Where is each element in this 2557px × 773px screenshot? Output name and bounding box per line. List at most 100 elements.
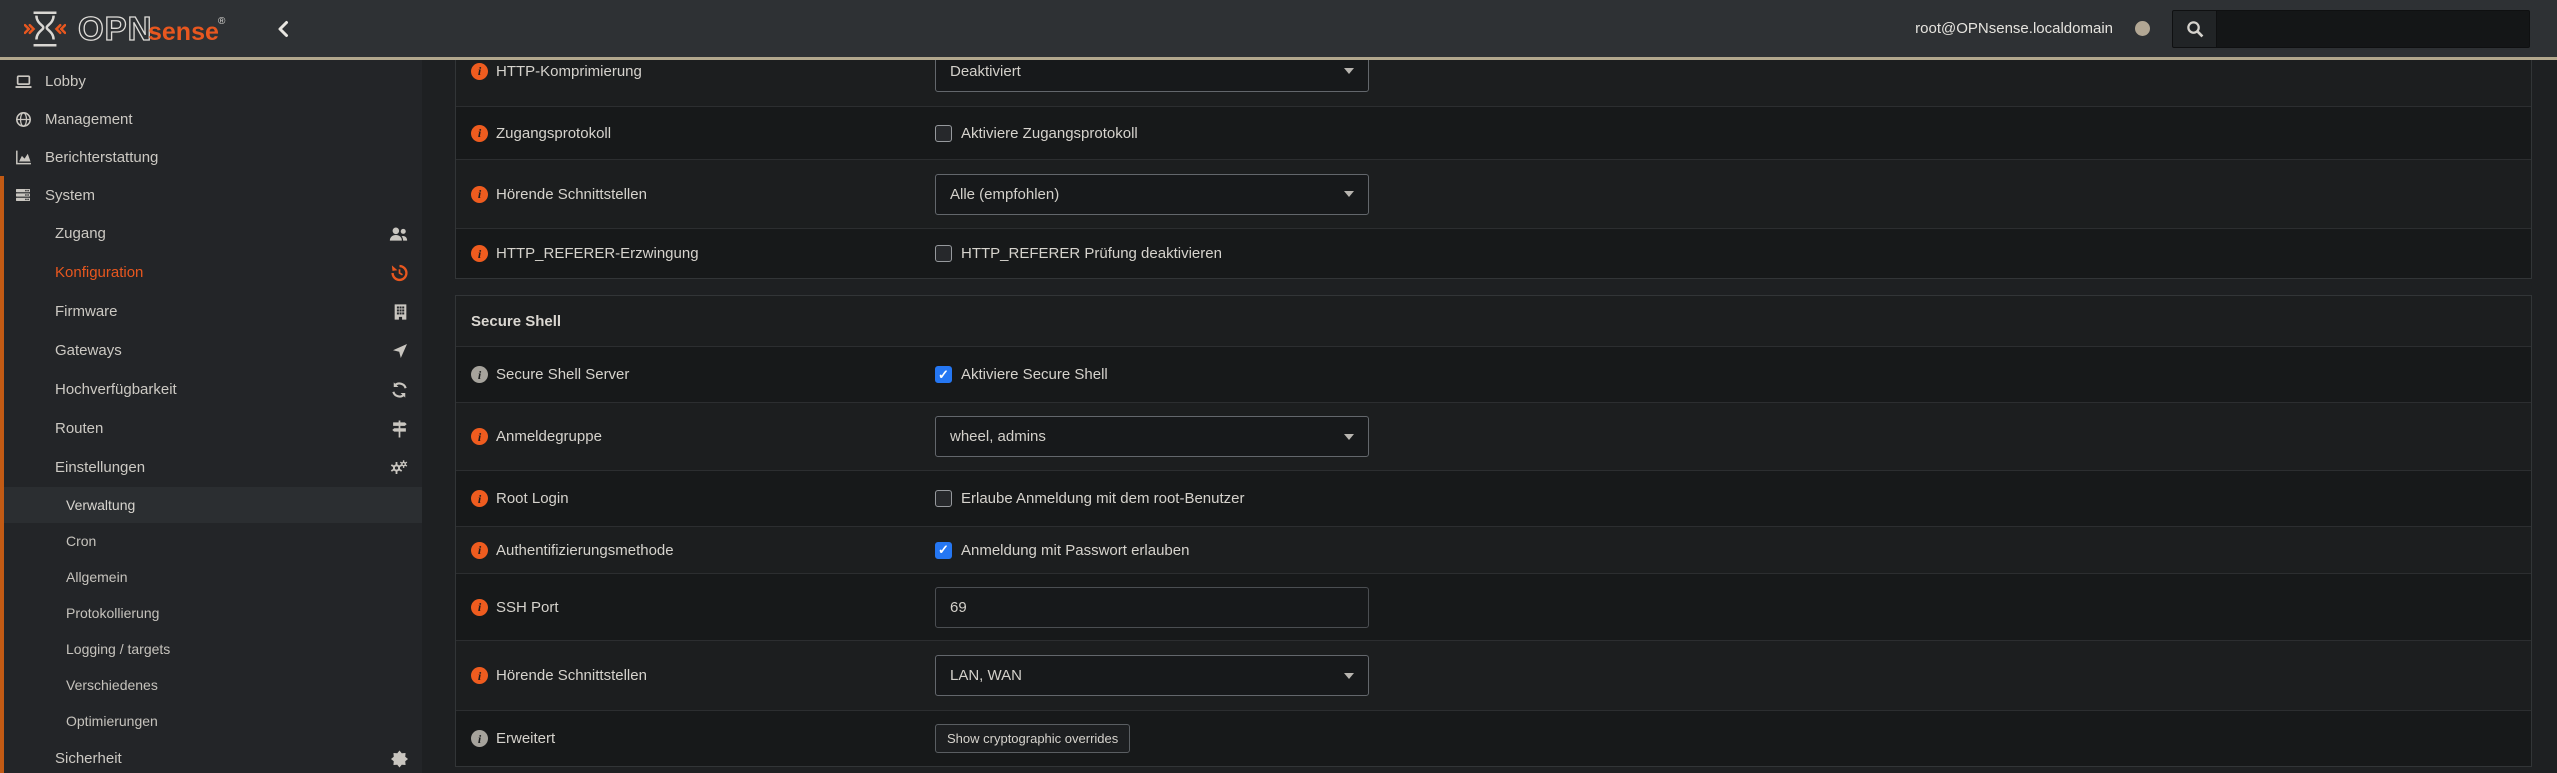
sidebar-item-access[interactable]: Zugang [4, 214, 422, 253]
checkbox[interactable] [935, 490, 952, 507]
search-submit[interactable] [2173, 11, 2217, 47]
checkbox[interactable] [935, 245, 952, 262]
history-icon [391, 264, 408, 281]
checkbox[interactable] [935, 366, 952, 383]
row-label: SSH Port [496, 599, 559, 616]
checkbox[interactable] [935, 542, 952, 559]
sidebar-item-label: Gateways [55, 342, 122, 359]
caret-down-icon [1344, 68, 1354, 74]
info-icon[interactable] [471, 186, 488, 203]
caret-down-icon [1344, 673, 1354, 679]
brand-suffix-text: sense [148, 18, 219, 46]
crypto-overrides-button[interactable]: Show cryptographic overrides [935, 724, 1130, 753]
sidebar-item-tunables[interactable]: Optimierungen [4, 703, 422, 739]
building-icon [393, 303, 408, 320]
listen-interfaces-select[interactable]: Alle (empfohlen) [935, 174, 1369, 215]
sidebar-item-cron[interactable]: Cron [4, 523, 422, 559]
row-label: Secure Shell Server [496, 366, 629, 383]
sidebar-item-routes[interactable]: Routen [4, 409, 422, 448]
status-dot [2135, 21, 2150, 36]
row-label: Anmeldegruppe [496, 428, 602, 445]
row-label: Erweitert [496, 730, 555, 747]
info-icon[interactable] [471, 428, 488, 445]
form-row-ssh-server: Secure Shell Server Aktiviere Secure She… [456, 346, 2531, 402]
sidebar-item-label: Berichterstattung [45, 149, 158, 166]
search-icon [2186, 20, 2204, 38]
sidebar-item-label: Konfiguration [55, 264, 143, 281]
sidebar-item-miscellaneous[interactable]: Verschiedenes [4, 667, 422, 703]
sidebar-nav: Lobby Management [0, 60, 422, 773]
sidebar-item-label: Verschiedenes [66, 677, 158, 693]
form-row-access-log: Zugangsprotokoll Aktiviere Zugangsprotok… [456, 106, 2531, 159]
sidebar-item-label: System [45, 187, 95, 204]
brand-wordmark: OPN sense ® [78, 9, 238, 49]
search-input[interactable] [2217, 11, 2529, 47]
sidebar-item-management[interactable]: Management [0, 100, 422, 138]
sidebar-collapse-button[interactable] [276, 20, 290, 38]
refresh-icon [391, 381, 408, 398]
sidebar-item-lobby[interactable]: Lobby [0, 62, 422, 100]
sidebar-item-general[interactable]: Allgemein [4, 559, 422, 595]
sidebar-item-label: Cron [66, 533, 96, 549]
ssh-server-checkbox[interactable]: Aktiviere Secure Shell [935, 366, 1108, 383]
sidebar-item-gateways[interactable]: Gateways [4, 331, 422, 370]
sidebar-item-reporting[interactable]: Berichterstattung [0, 138, 422, 176]
http-referer-checkbox[interactable]: HTTP_REFERER Prüfung deaktivieren [935, 245, 1222, 262]
sidebar-item-logging-targets[interactable]: Logging / targets [4, 631, 422, 667]
info-icon[interactable] [471, 667, 488, 684]
sidebar-item-trust[interactable]: Sicherheit [4, 739, 422, 773]
ssh-listen-interfaces-select[interactable]: LAN, WAN [935, 655, 1369, 696]
opnsense-logo[interactable]: OPN sense ® [0, 9, 238, 49]
ssh-port-input[interactable] [935, 587, 1369, 628]
row-label: Hörende Schnittstellen [496, 186, 647, 203]
sidebar-item-label: Lobby [45, 73, 86, 90]
sidebar-item-high-availability[interactable]: Hochverfügbarkeit [4, 370, 422, 409]
info-icon[interactable] [471, 730, 488, 747]
webgui-settings-panel: HTTP-Komprimierung Deaktiviert Zugangspr… [455, 60, 2532, 279]
search-box [2172, 10, 2530, 48]
form-row-auth-method: Authentifizierungsmethode Anmeldung mit … [456, 526, 2531, 573]
row-label: HTTP_REFERER-Erzwingung [496, 245, 699, 262]
form-row-http-referer: HTTP_REFERER-Erzwingung HTTP_REFERER Prü… [456, 228, 2531, 278]
form-row-http-compression: HTTP-Komprimierung Deaktiviert [456, 60, 2531, 106]
info-icon[interactable] [471, 366, 488, 383]
certificate-icon [391, 750, 408, 767]
sidebar-item-system[interactable]: System [4, 176, 422, 214]
form-row-listen-interfaces: Hörende Schnittstellen Alle (empfohlen) [456, 159, 2531, 228]
sidebar-item-label: Zugang [55, 225, 106, 242]
access-log-checkbox[interactable]: Aktiviere Zugangsprotokoll [935, 125, 1138, 142]
caret-down-icon [1344, 191, 1354, 197]
checkbox[interactable] [935, 125, 952, 142]
location-arrow-icon [392, 343, 408, 359]
hourglass-logo-icon [24, 9, 66, 49]
row-label: Hörende Schnittstellen [496, 667, 647, 684]
sidebar-item-logging[interactable]: Protokollierung [4, 595, 422, 631]
secure-shell-panel: Secure Shell Secure Shell Server Aktivie… [455, 295, 2532, 767]
info-icon[interactable] [471, 245, 488, 262]
globe-icon [12, 111, 34, 128]
form-row-advanced: Erweitert Show cryptographic overrides [456, 710, 2531, 766]
login-group-select[interactable]: wheel, admins [935, 416, 1369, 457]
section-header-row: Secure Shell [456, 296, 2531, 346]
sidebar-item-label: Optimierungen [66, 713, 158, 729]
info-icon[interactable] [471, 599, 488, 616]
opnsense-app: OPN sense ® root@OPNsense.localdomain [0, 0, 2557, 773]
form-row-root-login: Root Login Erlaube Anmeldung mit dem roo… [456, 470, 2531, 526]
area-chart-icon [12, 149, 34, 166]
info-icon[interactable] [471, 542, 488, 559]
password-login-checkbox[interactable]: Anmeldung mit Passwort erlauben [935, 542, 1189, 559]
http-compression-select[interactable]: Deaktiviert [935, 60, 1369, 92]
sidebar-item-administration[interactable]: Verwaltung [4, 487, 422, 523]
sidebar-item-settings[interactable]: Einstellungen [4, 448, 422, 487]
brand-prefix-text: OPN [78, 10, 153, 47]
info-icon[interactable] [471, 490, 488, 507]
info-icon[interactable] [471, 63, 488, 80]
sidebar-item-firmware[interactable]: Firmware [4, 292, 422, 331]
sidebar-item-configuration[interactable]: Konfiguration [4, 253, 422, 292]
sidebar-item-label: Firmware [55, 303, 118, 320]
row-label: Zugangsprotokoll [496, 125, 611, 142]
root-login-checkbox[interactable]: Erlaube Anmeldung mit dem root-Benutzer [935, 490, 1244, 507]
main-content: HTTP-Komprimierung Deaktiviert Zugangspr… [422, 60, 2557, 773]
info-icon[interactable] [471, 125, 488, 142]
header-right: root@OPNsense.localdomain [1915, 10, 2557, 48]
